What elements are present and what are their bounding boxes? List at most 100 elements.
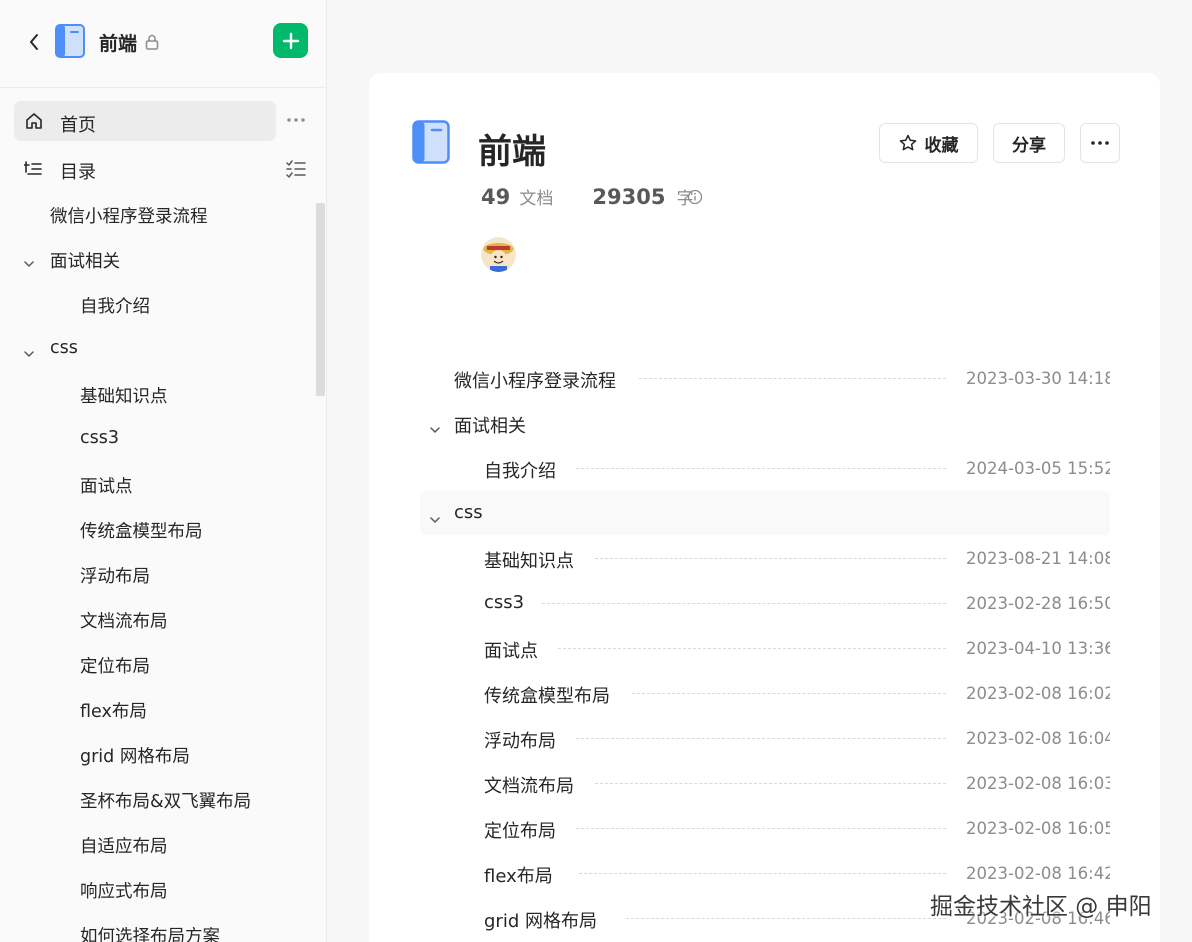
toc-leader-line [576,468,946,469]
sidebar-tree-item-label: 浮动布局 [80,567,150,587]
toc-doc-row[interactable]: 文档流布局 2023-02-08 16:03 [420,761,1110,805]
chevron-down-icon[interactable] [430,419,440,438]
sidebar-tree-item[interactable]: flex布局 [0,688,316,728]
toc-item-title: 浮动布局 [484,731,556,752]
word-count: 29305 [592,185,666,209]
toc-item-title: 定位布局 [484,821,556,842]
sidebar-tree-item[interactable]: 响应式布局 [0,868,316,908]
toc-doc-row[interactable]: 基础知识点 2023-08-21 14:08 [420,536,1110,580]
toc-item-title: flex布局 [484,866,553,887]
share-label: 分享 [1012,135,1046,156]
toc-doc-row[interactable]: css3 2023-02-28 16:50 [420,581,1110,625]
chevron-down-icon[interactable] [24,343,34,363]
more-button[interactable] [1080,123,1120,163]
lock-icon [145,34,159,54]
nav-toc-label: 目录 [60,162,96,183]
toc-item-title: 自我介绍 [484,461,556,482]
sidebar: 前端 首页 目录 微信小程序登录流程 面试相关自我介绍 css 基础知识点 css3 面试… [0,0,327,942]
toc-group-row[interactable]: 面试相关 [420,401,1110,445]
nav-home-label: 首页 [60,115,96,136]
sidebar-tree-item[interactable]: 微信小程序登录流程 [0,193,316,233]
sidebar-tree-item[interactable]: 文档流布局 [0,598,316,638]
toc-item-title: css [454,502,483,523]
sidebar-tree-item-label: 圣杯布局&双飞翼布局 [80,792,252,812]
home-icon [26,113,42,129]
sidebar-scrollbar-thumb[interactable] [316,203,325,396]
sidebar-title: 前端 [99,33,138,55]
chevron-down-icon[interactable] [24,253,34,273]
sidebar-tree-item-label: flex布局 [80,702,147,722]
toc-doc-row[interactable]: 定位布局 2023-02-08 16:05 [420,806,1110,850]
toc-item-title: css3 [484,592,525,613]
toc-leader-line [631,693,946,694]
toc-item-date: 2023-02-08 16:05 [966,819,1110,838]
toc-doc-row[interactable]: 微信小程序登录流程 2023-03-30 14:18 [420,356,1110,400]
toc-icon [24,161,42,175]
sidebar-tree-item-label: 定位布局 [80,657,150,677]
sidebar-tree-item[interactable]: 自我介绍 [0,283,316,323]
sidebar-tree-item[interactable]: 定位布局 [0,643,316,683]
nav-toc[interactable]: 目录 [14,150,314,188]
sidebar-tree-item[interactable]: 面试相关 [0,238,316,278]
toc-item-title: 传统盒模型布局 [484,686,610,707]
back-button[interactable] [24,30,44,54]
chevron-down-icon[interactable] [430,509,440,528]
add-button[interactable] [273,23,308,58]
toc-item-date: 2023-02-08 16:02 [966,684,1110,703]
sidebar-tree-item[interactable]: 面试点 [0,463,316,503]
sidebar-tree-item-label: 面试相关 [50,252,120,272]
sidebar-tree-item-label: css3 [80,428,119,448]
toc-leader-line [626,918,946,919]
toc-item-date: 2024-03-05 15:52 [966,459,1110,478]
book-icon [55,24,85,62]
sidebar-tree: 微信小程序登录流程 面试相关自我介绍 css 基础知识点 css3 面试点传统盒模型布局浮… [0,190,316,942]
sidebar-tree-item[interactable]: 基础知识点 [0,373,316,413]
sidebar-tree-item-label: css [50,338,78,358]
sidebar-tree-item[interactable]: 圣杯布局&双飞翼布局 [0,778,316,818]
toc-item-title: grid 网格布局 [484,911,597,932]
toc-item-title: 基础知识点 [484,551,574,572]
toc-doc-row[interactable]: 传统盒模型布局 2023-02-08 16:02 [420,671,1110,715]
sidebar-tree-item[interactable]: 浮动布局 [0,553,316,593]
sidebar-tree-item[interactable]: 传统盒模型布局 [0,508,316,548]
toc-item-date: 2023-02-28 16:50 [966,594,1110,613]
sidebar-tree-item-label: 自适应布局 [80,837,168,857]
sidebar-tree-item-label: 基础知识点 [80,387,168,407]
toc-group-row[interactable]: css [420,491,1110,535]
doc-count: 49 [481,185,511,209]
toc-doc-row[interactable]: 面试点 2023-04-10 13:36 [420,626,1110,670]
sidebar-tree-item[interactable]: css3 [0,418,316,458]
sidebar-header: 前端 [0,0,327,88]
toc-leader-line [542,603,946,604]
toc-doc-row[interactable]: 自我介绍 2024-03-05 15:52 [420,446,1110,490]
toc-item-date: 2023-08-21 14:08 [966,549,1110,568]
sidebar-tree-item-label: 文档流布局 [80,612,168,632]
info-icon[interactable] [687,189,703,205]
toc-leader-line [638,378,946,379]
watermark: 掘金技术社区 @ 申阳 [930,894,1152,920]
sidebar-tree-item[interactable]: 如何选择布局方案 [0,913,316,942]
sidebar-tree-item-label: 面试点 [80,477,133,497]
sidebar-tree-item[interactable]: grid 网格布局 [0,733,316,773]
nav-home[interactable]: 首页 [14,101,276,141]
toc-item-date: 2023-04-10 13:36 [966,639,1110,658]
toc-item-title: 微信小程序登录流程 [454,371,616,392]
favorite-button[interactable]: 收藏 [879,123,978,163]
sidebar-tree-item[interactable]: css [0,328,316,368]
book-stats: 49 文档 29305 字 [481,184,703,212]
more-icon [1091,141,1109,145]
sidebar-tree-item[interactable]: 自适应布局 [0,823,316,863]
toc-leader-line [579,873,946,874]
doc-unit: 文档 [519,189,554,209]
toc-leader-line [594,558,946,559]
avatar[interactable] [481,237,516,272]
share-button[interactable]: 分享 [993,123,1065,163]
more-icon[interactable] [285,110,307,130]
toc-doc-row[interactable]: 浮动布局 2023-02-08 16:04 [420,716,1110,760]
sidebar-tree-item-label: grid 网格布局 [80,747,190,767]
back-icon [30,34,38,50]
toc-item-date: 2023-02-08 16:03 [966,774,1110,793]
book-icon [412,120,450,168]
sidebar-tree-item-label: 微信小程序登录流程 [50,207,208,227]
sidebar-tree-item-label: 传统盒模型布局 [80,522,203,542]
